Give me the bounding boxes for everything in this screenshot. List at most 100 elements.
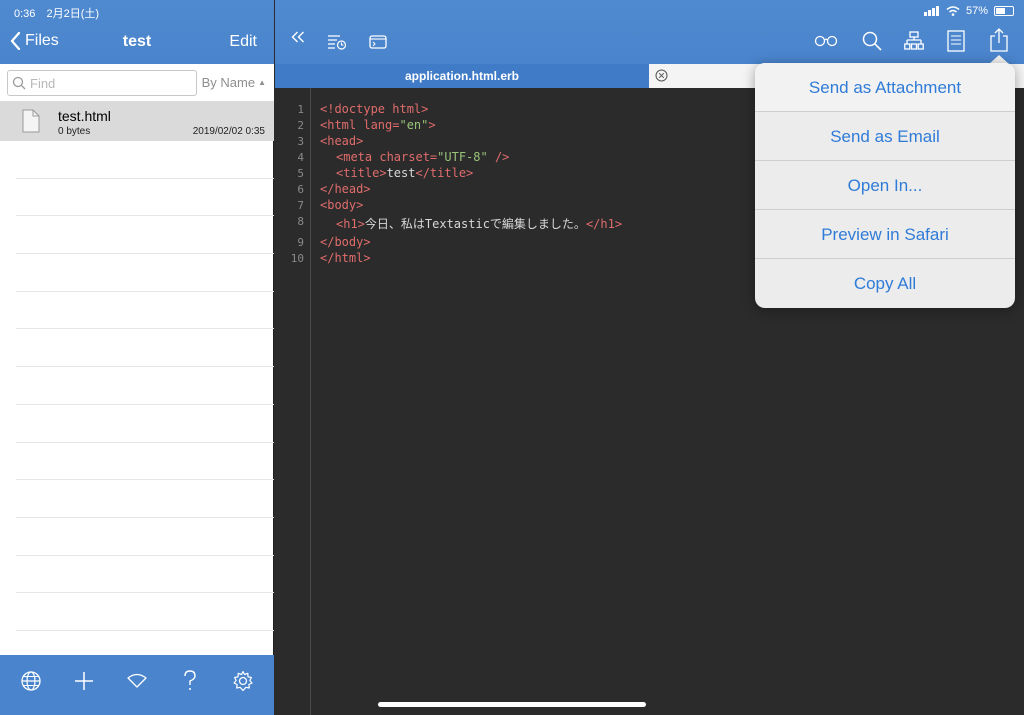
edit-button[interactable]: Edit	[229, 33, 257, 51]
empty-row	[16, 254, 274, 292]
sitemap-icon[interactable]	[904, 31, 924, 51]
empty-row	[16, 443, 274, 481]
send-as-email-button[interactable]: Send as Email	[755, 112, 1015, 161]
open-in-button[interactable]: Open In...	[755, 161, 1015, 210]
search-row: By Name▲	[0, 64, 274, 102]
code-token: <meta	[336, 150, 380, 164]
empty-row	[16, 405, 274, 443]
glasses-icon[interactable]	[814, 35, 838, 47]
empty-row	[16, 216, 274, 255]
empty-row	[16, 179, 274, 217]
gear-icon[interactable]	[228, 666, 258, 696]
empty-row	[16, 367, 274, 405]
code-token: "UTF-8"	[437, 150, 488, 164]
battery-level	[996, 8, 1006, 14]
share-icon[interactable]	[989, 28, 1009, 52]
battery-percent: 57%	[965, 5, 988, 17]
line-number: 9	[297, 236, 304, 249]
code-token: 今日、私はTextasticで編集しました。	[364, 217, 586, 231]
empty-row	[16, 329, 274, 368]
empty-list-area	[0, 141, 274, 655]
globe-icon[interactable]	[16, 666, 46, 696]
home-indicator[interactable]	[378, 702, 646, 707]
search-icon	[12, 76, 26, 90]
search-field[interactable]	[7, 70, 197, 96]
code-token: <!doctype html>	[320, 102, 429, 116]
file-browser-toolbar	[0, 655, 274, 715]
search-icon[interactable]	[862, 31, 882, 51]
line-number: 7	[297, 199, 304, 212]
code-token: <h1>	[336, 217, 365, 231]
code-token: </h1>	[585, 217, 623, 231]
wifi-icon[interactable]	[122, 666, 152, 696]
line-number: 6	[297, 183, 304, 196]
copy-all-button[interactable]: Copy All	[755, 259, 1015, 308]
code-line: <!doctype html>	[320, 102, 428, 116]
terminal-icon[interactable]	[369, 35, 387, 49]
code-line: <html lang="en">	[320, 118, 436, 132]
file-size: 0 bytes	[58, 126, 91, 137]
code-token: </head>	[320, 182, 371, 196]
sort-button[interactable]: By Name ▲	[202, 75, 266, 90]
share-menu: Send as Attachment Send as Email Open In…	[755, 63, 1015, 308]
code-token: </html>	[320, 251, 371, 265]
collapse-icon[interactable]	[291, 30, 305, 44]
empty-row	[16, 480, 274, 518]
sort-arrow-icon: ▲	[258, 78, 266, 87]
code-token: lang=	[363, 118, 400, 132]
code-line: </html>	[320, 251, 371, 265]
code-token: charset=	[379, 150, 438, 164]
code-token: />	[487, 150, 510, 164]
empty-row	[16, 141, 274, 179]
code-token: <html	[320, 118, 364, 132]
line-number: 10	[290, 252, 304, 265]
help-icon[interactable]	[175, 666, 205, 696]
line-number: 8	[297, 215, 304, 228]
wifi-status-icon	[946, 6, 960, 16]
line-number: 3	[297, 135, 304, 148]
recent-files-icon[interactable]	[327, 34, 347, 50]
code-token: <head>	[320, 134, 364, 148]
file-icon	[22, 109, 40, 133]
preview-in-safari-button[interactable]: Preview in Safari	[755, 210, 1015, 259]
empty-row	[16, 593, 274, 631]
status-time: 0:36	[14, 8, 36, 20]
code-line: </head>	[320, 182, 371, 196]
code-line: <head>	[320, 134, 363, 148]
empty-row	[16, 292, 274, 330]
code-token: <body>	[320, 198, 364, 212]
line-number: 1	[297, 103, 304, 116]
empty-row	[16, 556, 274, 594]
file-browser-pane: 0:36 2月2日(土) Files test Edit By Name▲ te…	[0, 0, 274, 715]
signal-icon	[923, 6, 939, 16]
code-token: test	[386, 166, 416, 180]
plus-icon[interactable]	[69, 666, 99, 696]
document-icon[interactable]	[947, 30, 965, 52]
code-token: <title>	[336, 166, 387, 180]
code-line: <h1>今日、私はTextasticで編集しました。</h1>	[336, 215, 622, 232]
line-number-gutter: 1 2 3 4 5 6 7 8 9 10	[275, 88, 311, 715]
line-number: 4	[297, 151, 304, 164]
file-name: test.html	[58, 108, 111, 124]
code-token: </body>	[320, 235, 371, 249]
status-bar-left: 0:36 2月2日(土)	[14, 5, 99, 21]
code-line: <body>	[320, 198, 363, 212]
sort-label: By Name	[201, 75, 256, 90]
empty-row	[16, 518, 274, 556]
file-browser-header: 0:36 2月2日(土) Files test Edit	[0, 0, 274, 64]
send-as-attachment-button[interactable]: Send as Attachment	[755, 63, 1015, 112]
code-line: <title>test</title>	[336, 166, 473, 180]
code-line: <meta charset="UTF-8" />	[336, 150, 509, 164]
tab-application-html-erb[interactable]: application.html.erb	[275, 64, 649, 88]
code-token: </title>	[415, 166, 474, 180]
status-date: 2月2日(土)	[46, 8, 100, 20]
line-number: 2	[297, 119, 304, 132]
close-tab-icon[interactable]	[655, 69, 668, 82]
search-input[interactable]	[30, 75, 190, 91]
file-list-item[interactable]: test.html 0 bytes 2019/02/02 0:35	[0, 102, 274, 141]
status-bar-right: 57%	[923, 5, 1014, 17]
file-date: 2019/02/02 0:35	[192, 126, 265, 137]
line-number: 5	[297, 167, 304, 180]
editor-header: 57%	[275, 0, 1024, 64]
code-line: </body>	[320, 235, 371, 249]
